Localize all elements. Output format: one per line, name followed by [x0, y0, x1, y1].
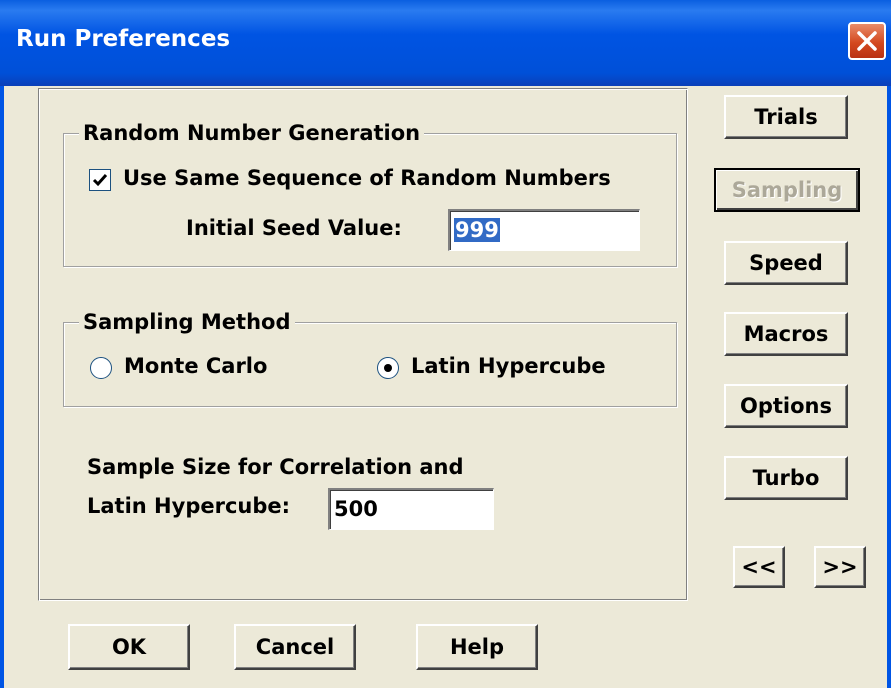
cancel-button[interactable]: Cancel	[234, 624, 356, 670]
window-title: Run Preferences	[16, 26, 231, 52]
ok-button[interactable]: OK	[68, 624, 190, 670]
sampling-button[interactable]: Sampling	[714, 168, 860, 212]
sampling-method-group: Sampling Method Monte Carlo Latin Hyperc…	[63, 310, 678, 408]
sample-size-input[interactable]: 500	[328, 488, 494, 530]
close-button[interactable]	[848, 22, 886, 60]
options-button[interactable]: Options	[724, 384, 848, 428]
radio-selected-dot	[384, 364, 392, 372]
monte-carlo-radio[interactable]	[90, 357, 112, 379]
sample-size-value: 500	[334, 497, 378, 521]
sample-size-label-line1: Sample Size for Correlation and	[87, 455, 464, 479]
macros-button[interactable]: Macros	[724, 312, 848, 356]
check-icon	[92, 174, 108, 187]
latin-hypercube-label: Latin Hypercube	[411, 354, 606, 378]
speed-button[interactable]: Speed	[724, 241, 848, 285]
seed-value: 999	[454, 218, 500, 242]
seed-input[interactable]: 999	[448, 209, 640, 251]
title-bar[interactable]: Run Preferences	[0, 0, 891, 86]
window-border-left	[0, 86, 4, 688]
close-icon	[857, 31, 877, 51]
settings-panel: Random Number Generation Use Same Sequen…	[38, 88, 688, 601]
random-number-group: Random Number Generation Use Same Sequen…	[63, 121, 678, 268]
latin-hypercube-radio[interactable]	[377, 357, 399, 379]
previous-button[interactable]: <<	[733, 546, 785, 588]
trials-button[interactable]: Trials	[724, 95, 848, 139]
sample-size-label-line2: Latin Hypercube:	[87, 494, 291, 518]
seed-label: Initial Seed Value:	[186, 216, 402, 240]
window-border-right	[887, 86, 891, 688]
turbo-button[interactable]: Turbo	[724, 456, 848, 500]
monte-carlo-label: Monte Carlo	[124, 354, 268, 378]
same-sequence-checkbox[interactable]	[89, 169, 111, 191]
random-number-legend: Random Number Generation	[79, 121, 425, 145]
next-button[interactable]: >>	[814, 546, 866, 588]
help-button[interactable]: Help	[416, 624, 538, 670]
same-sequence-label: Use Same Sequence of Random Numbers	[123, 166, 611, 190]
sampling-method-legend: Sampling Method	[79, 310, 295, 334]
